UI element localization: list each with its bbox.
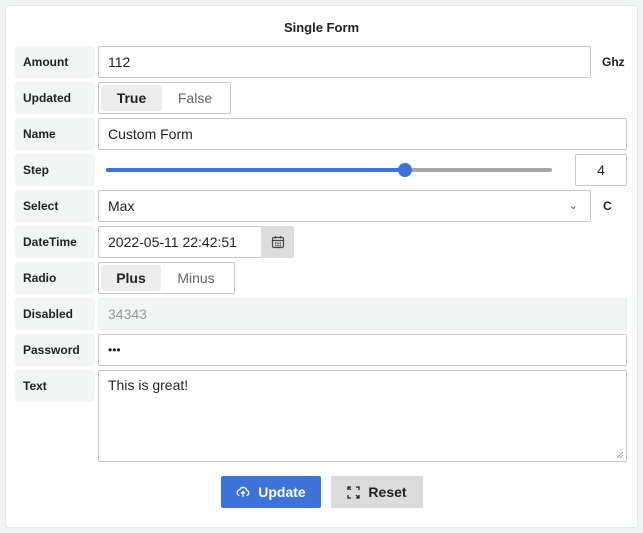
row-radio: Radio Plus Minus [6, 262, 637, 294]
row-datetime: DateTime 2022-05-11 22:42:51 [6, 226, 637, 258]
step-slider-fill [106, 168, 405, 172]
row-password: Password ••• [6, 334, 637, 366]
calendar-icon [271, 236, 284, 249]
cloud-upload-icon [236, 486, 250, 497]
updated-toggle: True False [98, 82, 231, 114]
row-amount: Amount 112 Ghz [6, 46, 637, 78]
row-select: Select Max ⌄ C [6, 190, 637, 222]
text-area[interactable]: This is great! [98, 370, 627, 462]
text-label: Text [15, 370, 95, 402]
password-label: Password [15, 334, 95, 366]
reset-icon [347, 485, 361, 499]
resize-grip-icon[interactable] [616, 451, 624, 459]
reset-button[interactable]: Reset [331, 476, 423, 508]
disabled-input: 34343 [98, 298, 627, 330]
text-area-value: This is great! [108, 377, 189, 393]
row-name: Name Custom Form [6, 118, 637, 150]
reset-button-label: Reset [368, 484, 407, 500]
select-value: Max [108, 198, 135, 214]
disabled-label: Disabled [15, 298, 95, 330]
radio-option-minus[interactable]: Minus [161, 265, 231, 291]
radio-label: Radio [15, 262, 95, 294]
updated-label: Updated [15, 82, 95, 114]
password-input[interactable]: ••• [98, 334, 627, 366]
name-label: Name [15, 118, 95, 150]
step-value-input[interactable]: 4 [575, 154, 627, 186]
row-text: Text This is great! [6, 370, 637, 462]
form-title: Single Form [283, 20, 360, 35]
single-form-panel: Single Form Amount 112 Ghz Updated True … [5, 5, 638, 528]
radio-toggle: Plus Minus [98, 262, 235, 294]
chevron-down-icon: ⌄ [568, 200, 578, 212]
update-button[interactable]: Update [221, 476, 321, 508]
step-slider-thumb[interactable] [397, 163, 412, 177]
datetime-input[interactable]: 2022-05-11 22:42:51 [98, 226, 262, 258]
row-disabled: Disabled 34343 [6, 298, 637, 330]
amount-unit: Ghz [602, 55, 625, 69]
datetime-label: DateTime [15, 226, 95, 258]
step-label: Step [15, 154, 95, 186]
step-slider[interactable] [106, 163, 552, 177]
name-input[interactable]: Custom Form [98, 118, 627, 150]
amount-input[interactable]: 112 [98, 46, 591, 78]
select-dropdown[interactable]: Max ⌄ [98, 190, 591, 222]
select-label: Select [15, 190, 95, 222]
select-unit: C [603, 199, 612, 213]
update-button-label: Update [258, 484, 306, 500]
radio-option-plus[interactable]: Plus [101, 265, 161, 291]
calendar-button[interactable] [261, 226, 294, 258]
updated-option-false[interactable]: False [162, 85, 228, 111]
row-updated: Updated True False [6, 82, 637, 114]
updated-option-true[interactable]: True [101, 85, 162, 111]
row-step: Step 4 [6, 154, 637, 186]
amount-label: Amount [15, 46, 95, 78]
